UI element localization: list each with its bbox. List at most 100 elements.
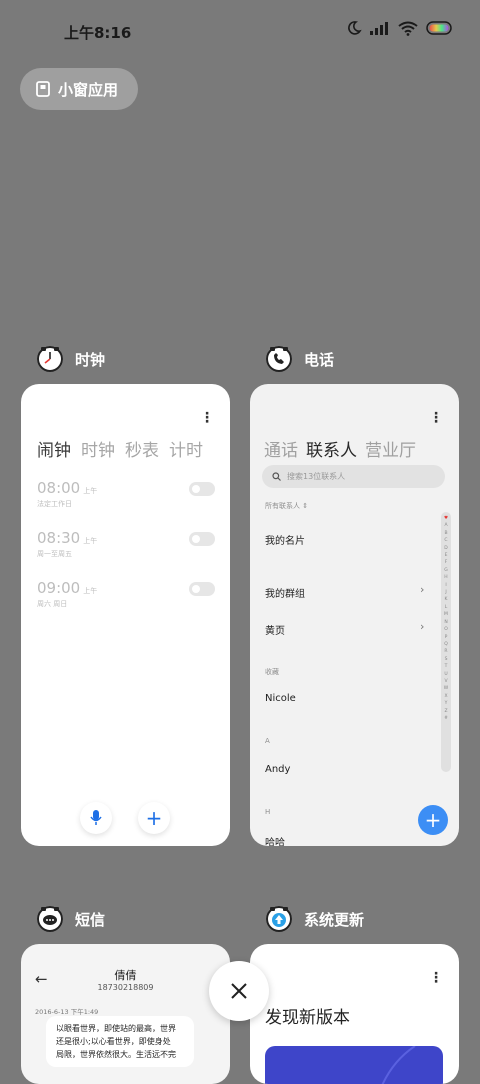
alarm-ampm: 上午 [83, 487, 98, 495]
sms-app-header[interactable]: 短信 [37, 906, 105, 932]
section-header: H [265, 808, 271, 816]
contact-search-input[interactable]: 搜索13位联系人 [262, 465, 445, 488]
moon-icon [348, 21, 362, 35]
phone-app-name: 电话 [304, 350, 335, 369]
alphabet-index-letter[interactable]: U [444, 671, 447, 678]
small-window-apps-button[interactable]: 小窗应用 [20, 68, 138, 110]
sort-icon: ⇕ [302, 502, 309, 510]
small-window-label: 小窗应用 [58, 80, 119, 99]
sms-conversation-header: 倩倩 18730218809 [21, 967, 230, 992]
update-more-icon[interactable]: ⋮ [429, 970, 443, 986]
phone-more-icon[interactable]: ⋮ [429, 410, 443, 426]
alarm-time: 08:30 [37, 529, 81, 547]
close-icon [231, 983, 247, 999]
yellow-pages-item[interactable]: 黄页 [265, 622, 285, 637]
alphabet-index-letter[interactable]: # [444, 715, 448, 722]
clock-app-header[interactable]: 时钟 [37, 346, 105, 372]
alphabet-index-letter[interactable]: N [444, 619, 447, 626]
all-contacts-filter[interactable]: 所有联系人 ⇕ [265, 501, 308, 511]
alphabet-index-letter[interactable]: S [445, 656, 448, 663]
alarm-repeat: 周一至周五 [37, 550, 72, 558]
alphabet-index-letter[interactable]: R [444, 648, 447, 655]
alphabet-index-letter[interactable]: H [444, 574, 447, 581]
update-app-icon [266, 906, 292, 932]
alarm-item[interactable]: 09:00 上午 周六 周日 [37, 578, 215, 609]
alphabet-index-letter[interactable]: I [445, 582, 446, 589]
alarm-repeat: 法定工作日 [37, 500, 72, 508]
alphabet-index-letter[interactable]: O [444, 626, 448, 633]
alphabet-index-letter[interactable]: Q [444, 641, 448, 648]
update-app-card[interactable]: ⋮ 发现新版本 [250, 944, 459, 1084]
add-contact-button[interactable]: + [418, 805, 448, 835]
message-line: 以眼看世界，即使站的最高，世界 [56, 1024, 176, 1033]
tab-alarm[interactable]: 闹钟 [37, 436, 71, 461]
wifi-icon [398, 21, 418, 36]
alarm-ampm: 上午 [83, 587, 98, 595]
my-card-item[interactable]: 我的名片 [265, 532, 305, 547]
alarm-toggle[interactable] [189, 482, 215, 496]
alarm-toggle[interactable] [189, 532, 215, 546]
alarm-toggle[interactable] [189, 582, 215, 596]
alphabet-index-letter[interactable]: ♥ [444, 515, 448, 522]
alarm-time: 09:00 [37, 579, 81, 597]
tab-timer[interactable]: 计时 [169, 436, 203, 461]
update-app-header[interactable]: 系统更新 [266, 906, 364, 932]
alphabet-index-bar[interactable]: ♥ A B C D E F G H I J K L M N O P Q R S T U V W X Y Z # [441, 512, 451, 772]
alphabet-index-letter[interactable]: X [444, 693, 447, 700]
my-groups-item[interactable]: 我的群组 [265, 585, 305, 600]
status-icons [346, 20, 454, 36]
alphabet-index-letter[interactable]: J [445, 589, 446, 596]
tab-stopwatch[interactable]: 秒表 [125, 436, 159, 461]
clock-app-name: 时钟 [75, 350, 106, 369]
tab-calls[interactable]: 通话 [264, 436, 298, 461]
alarm-item[interactable]: 08:30 上午 周一至周五 [37, 528, 215, 559]
window-icon [36, 81, 50, 97]
voice-button[interactable] [80, 802, 112, 834]
message-line: 还是很小;以心看世界，即使身处 [56, 1037, 171, 1046]
close-all-button[interactable] [209, 961, 269, 1021]
phone-app-card[interactable]: ⋮ 通话 联系人 营业厅 搜索13位联系人 所有联系人 ⇕ 我的名片 我的群组 … [250, 384, 459, 846]
message-bubble: 以眼看世界，即使站的最高，世界 还是很小;以心看世界，即使身处 局限，世界依然很… [46, 1016, 194, 1067]
section-header: A [265, 737, 270, 745]
sms-app-icon [37, 906, 63, 932]
alphabet-index-letter[interactable]: A [444, 522, 447, 529]
sms-app-card[interactable]: ← 倩倩 18730218809 2016-6-13 下午1:49 以眼看世界，… [21, 944, 230, 1084]
contact-item[interactable]: 哈哈 [265, 834, 285, 846]
alphabet-index-letter[interactable]: D [444, 545, 447, 552]
signal-icon [370, 22, 388, 35]
alphabet-index-letter[interactable]: L [445, 604, 448, 611]
tab-clock[interactable]: 时钟 [81, 436, 115, 461]
phone-app-header[interactable]: 电话 [266, 346, 334, 372]
contact-item[interactable]: Nicole [265, 693, 296, 704]
alphabet-index-letter[interactable]: K [445, 596, 448, 603]
chevron-right-icon: › [420, 620, 425, 633]
alphabet-index-letter[interactable]: P [445, 634, 448, 641]
alphabet-index-letter[interactable]: Y [445, 700, 448, 707]
microphone-icon [90, 810, 102, 825]
clock-more-icon[interactable]: ⋮ [200, 410, 214, 426]
battery-icon [426, 21, 452, 35]
alphabet-index-letter[interactable]: C [444, 537, 447, 544]
alphabet-index-letter[interactable]: B [444, 530, 447, 537]
tab-service-hall[interactable]: 营业厅 [365, 436, 416, 461]
alphabet-index-letter[interactable]: W [444, 685, 448, 692]
alphabet-index-letter[interactable]: E [445, 552, 448, 559]
search-placeholder: 搜索13位联系人 [287, 472, 346, 481]
sms-contact-name: 倩倩 [114, 969, 137, 982]
add-alarm-button[interactable]: + [138, 802, 170, 834]
alphabet-index-letter[interactable]: Z [444, 708, 447, 715]
favorites-header: 收藏 [265, 668, 279, 676]
tab-contacts[interactable]: 联系人 [306, 436, 357, 461]
alarm-item[interactable]: 08:00 上午 法定工作日 [37, 478, 215, 509]
clock-app-card[interactable]: ⋮ 闹钟 时钟 秒表 计时 08:00 上午 法定工作日 08:30 上午 周一至周… [21, 384, 230, 846]
alphabet-index-letter[interactable]: T [445, 663, 448, 670]
search-icon [272, 472, 281, 481]
message-line: 局限，世界依然很大。生活远不完 [56, 1050, 176, 1059]
alphabet-index-letter[interactable]: F [445, 559, 448, 566]
alphabet-index-letter[interactable]: V [444, 678, 447, 685]
alphabet-index-letter[interactable]: G [444, 567, 448, 574]
alphabet-index-letter[interactable]: M [444, 611, 448, 618]
sms-contact-number: 18730218809 [97, 983, 154, 992]
update-title: 发现新版本 [265, 1008, 350, 1028]
contact-item[interactable]: Andy [265, 764, 290, 775]
